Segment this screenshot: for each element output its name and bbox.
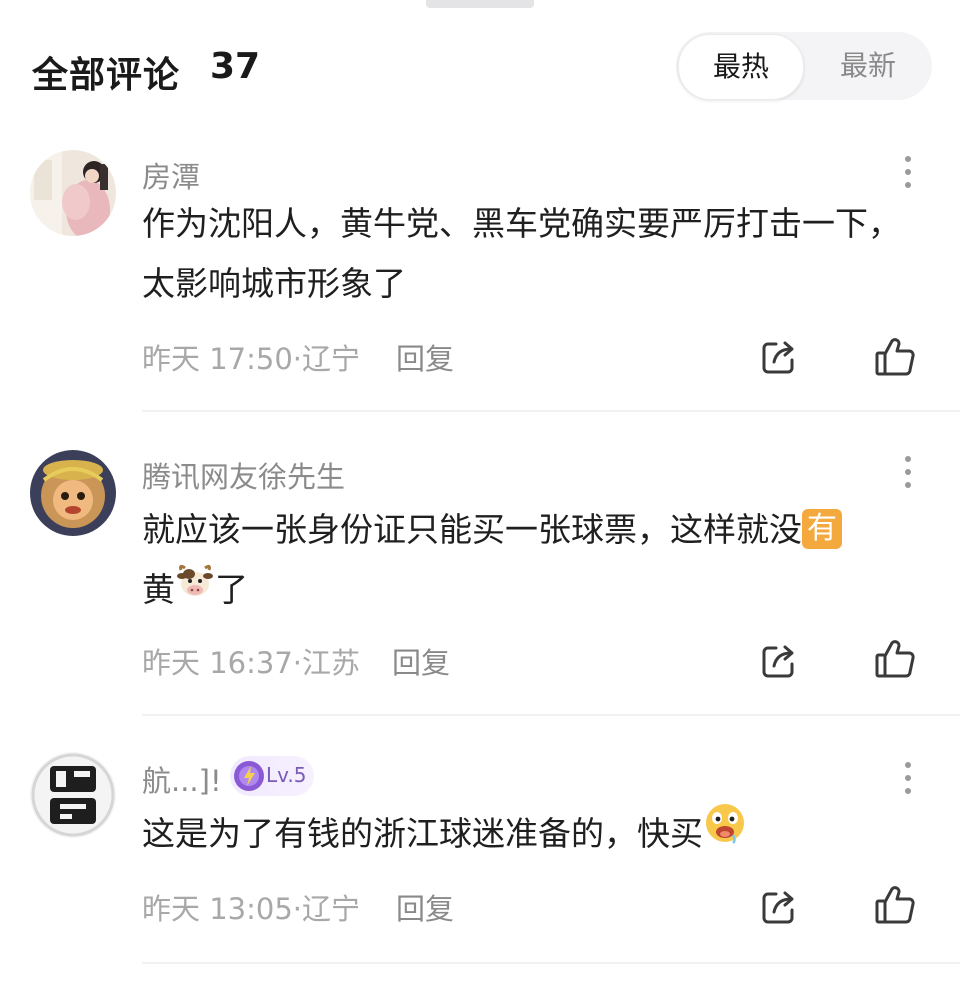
sort-hot-button[interactable]: 最热 <box>678 34 804 100</box>
sort-toggle: 最热 最新 <box>676 32 932 100</box>
username[interactable]: 航...]! <box>142 758 222 800</box>
comment-item: 房潭 作为沈阳人，黄牛党、黑车党确实要严厉打击一下，太影响城市形象了 昨天 17… <box>0 146 960 412</box>
drag-handle[interactable] <box>426 0 534 8</box>
comment-text-part: 黄 <box>142 570 175 609</box>
reply-button[interactable]: 回复 <box>396 886 454 928</box>
like-icon[interactable] <box>874 638 916 680</box>
username[interactable]: 腾讯网友徐先生 <box>142 454 345 496</box>
comment-item: 航...]! Lv.5 这是为了有钱的浙江球迷准备的，快买 昨天 13:05·辽… <box>0 748 960 964</box>
share-icon[interactable] <box>760 338 798 376</box>
more-icon[interactable] <box>896 156 920 196</box>
level-icon <box>234 761 264 791</box>
share-icon[interactable] <box>760 888 798 926</box>
comment-text: 作为沈阳人，黄牛党、黑车党确实要严厉打击一下，太影响城市形象了 <box>142 204 901 303</box>
comments-header: 全部评论 37 最热 最新 <box>0 30 960 106</box>
comment-text-part: 就应该一张身份证只能买一张球票，这样就没 <box>142 510 802 549</box>
username[interactable]: 房潭 <box>142 154 200 196</box>
share-icon[interactable] <box>760 642 798 680</box>
cow-emoji <box>175 559 215 619</box>
more-icon[interactable] <box>896 762 920 802</box>
comment-meta: 昨天 17:50·辽宁 <box>142 342 361 376</box>
comment-meta: 昨天 16:37·江苏 <box>142 646 361 680</box>
divider <box>142 962 960 964</box>
divider <box>142 714 960 716</box>
comments-count: 37 <box>210 46 261 87</box>
comment-text-part: 这是为了有钱的浙江球迷准备的，快买 <box>142 814 703 853</box>
sort-new-button[interactable]: 最新 <box>804 32 932 100</box>
level-text: Lv.5 <box>266 763 307 787</box>
like-icon[interactable] <box>874 336 916 378</box>
more-icon[interactable] <box>896 456 920 496</box>
comments-page: 全部评论 37 最热 最新 房潭 作为沈阳人，黄牛党、黑车党确实要严厉打击一下，… <box>0 0 960 994</box>
avatar[interactable] <box>30 752 116 838</box>
avatar[interactable] <box>30 450 116 536</box>
comment-text-part: 了 <box>215 570 248 609</box>
comment-meta: 昨天 13:05·辽宁 <box>142 892 361 926</box>
comment-item: 腾讯网友徐先生 就应该一张身份证只能买一张球票，这样就没有 黄 了 昨天 16:… <box>0 446 960 716</box>
emoji-badge: 有 <box>802 508 842 549</box>
reply-button[interactable]: 回复 <box>392 640 450 682</box>
comment-text: 这是为了有钱的浙江球迷准备的，快买 <box>142 804 932 864</box>
level-badge: Lv.5 <box>230 756 314 796</box>
comments-title: 全部评论 <box>32 55 181 96</box>
drool-emoji <box>703 801 747 864</box>
like-icon[interactable] <box>874 884 916 926</box>
reply-button[interactable]: 回复 <box>396 336 454 378</box>
divider <box>142 410 960 412</box>
comment-text: 就应该一张身份证只能买一张球票，这样就没有 黄 了 <box>142 500 932 620</box>
avatar[interactable] <box>30 150 116 236</box>
